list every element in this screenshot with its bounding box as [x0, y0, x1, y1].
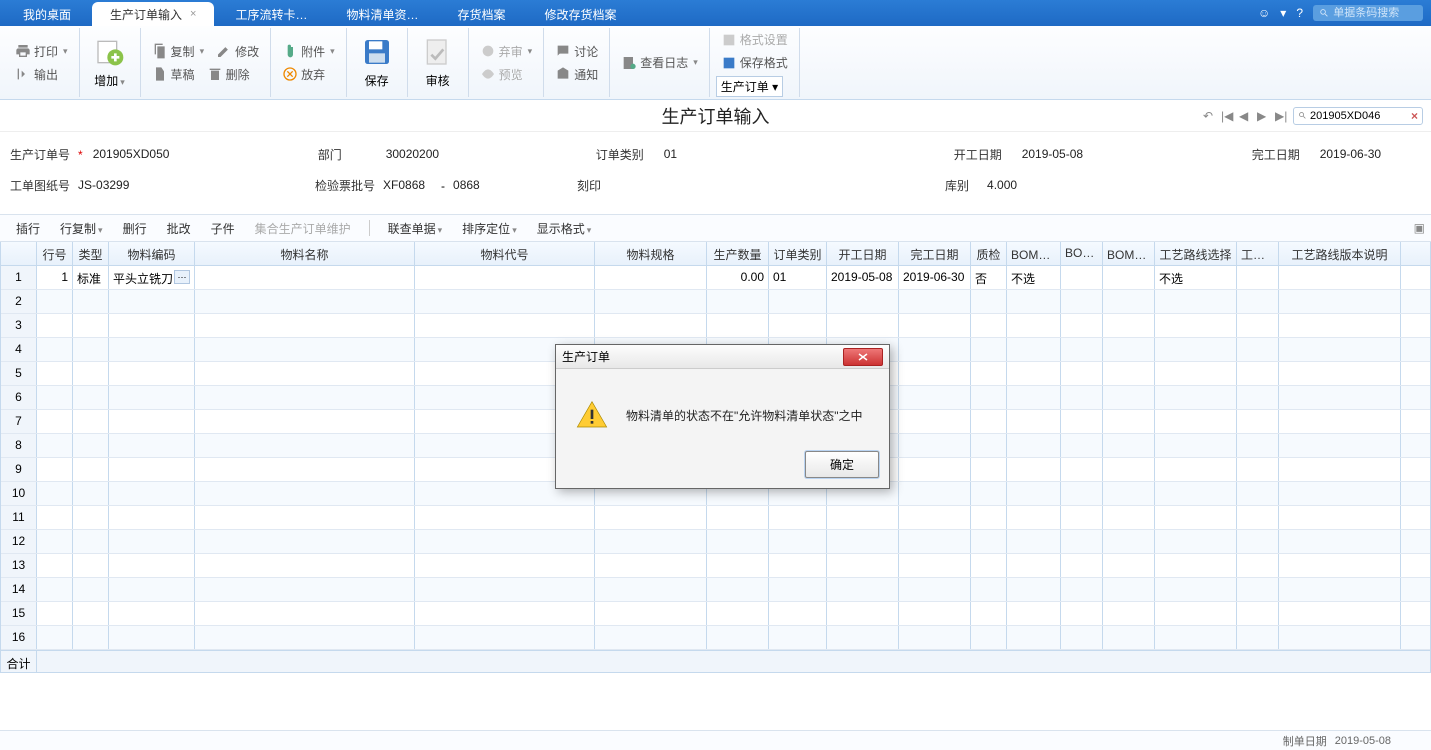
dialog-close-button[interactable]: [843, 348, 883, 366]
dialog-title: 生产订单: [562, 348, 610, 365]
dialog-ok-button[interactable]: 确定: [805, 451, 879, 478]
dialog-title-bar: 生产订单: [556, 345, 889, 369]
dialog-message: 物料清单的状态不在"允许物料清单状态"之中: [626, 407, 863, 424]
dialog-mask: 生产订单 物料清单的状态不在"允许物料清单状态"之中 确定: [0, 0, 1431, 750]
warning-icon: [576, 399, 608, 431]
close-icon: [857, 352, 869, 362]
dialog: 生产订单 物料清单的状态不在"允许物料清单状态"之中 确定: [555, 344, 890, 489]
